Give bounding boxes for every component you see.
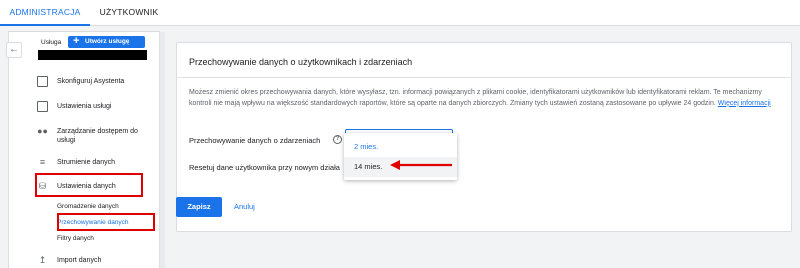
- highlight-box-data-retention: [57, 213, 155, 231]
- people-icon: ●●: [37, 126, 48, 136]
- back-arrow-button[interactable]: ←: [6, 42, 22, 58]
- option-2-months[interactable]: 2 mies.: [344, 137, 457, 157]
- checklist-icon: [37, 76, 48, 87]
- plus-icon: +: [73, 35, 80, 47]
- help-icon[interactable]: ?: [333, 135, 342, 144]
- redacted-service-name[interactable]: [38, 50, 147, 60]
- retention-dropdown-menu: 2 mies. 14 mies.: [344, 133, 457, 180]
- sidebar-item-label: Zarządzanie dostępem do usługi: [57, 128, 138, 144]
- create-service-button[interactable]: + Utwórz usługę: [68, 35, 145, 48]
- sidebar-item-label: Import danych: [57, 257, 102, 264]
- create-service-label: Utwórz usługę: [85, 38, 130, 45]
- learn-more-link[interactable]: Więcej informacji: [718, 100, 771, 107]
- highlight-box-data-settings: [35, 173, 143, 197]
- sidebar-item-label: Skonfiguruj Asystenta: [57, 78, 125, 85]
- tab-administracja[interactable]: ADMINISTRACJA: [0, 0, 90, 26]
- arrow-left-icon: ←: [9, 44, 19, 55]
- event-retention-label: Przechowywanie danych o zdarzeniach: [189, 136, 321, 145]
- red-arrow-annotation: [390, 160, 452, 170]
- data-streams-icon: ≡: [39, 157, 46, 167]
- reset-user-data-label: Resetuj dane użytkownika przy nowym dzia…: [189, 163, 340, 172]
- property-settings-icon: [37, 101, 48, 112]
- tab-uzytkownik[interactable]: UŻYTKOWNIK: [96, 0, 162, 26]
- divider: [177, 77, 791, 78]
- sidebar-item-label: Strumienie danych: [57, 159, 115, 166]
- scrollbar[interactable]: [160, 32, 165, 268]
- upload-icon: ↥: [38, 255, 47, 265]
- data-retention-card: Przechowywanie danych o użytkownikach i …: [176, 42, 792, 232]
- service-label: Usługa: [41, 39, 62, 46]
- card-title: Przechowywanie danych o użytkownikach i …: [189, 57, 413, 67]
- top-tab-bar: ADMINISTRACJA UŻYTKOWNIK: [0, 0, 800, 26]
- subnav-item-data-filters[interactable]: Filtry danych: [57, 235, 94, 242]
- cancel-button[interactable]: Anuluj: [234, 197, 255, 217]
- description-text: Możesz zmienić okres przechowywania dany…: [189, 89, 771, 107]
- left-nav-panel: Usługa + Utwórz usługę: [8, 31, 165, 268]
- sidebar-item-label: Ustawienia usługi: [57, 103, 112, 110]
- save-button[interactable]: Zapisz: [176, 197, 222, 217]
- subnav-item-data-collection[interactable]: Gromadzenie danych: [57, 203, 119, 210]
